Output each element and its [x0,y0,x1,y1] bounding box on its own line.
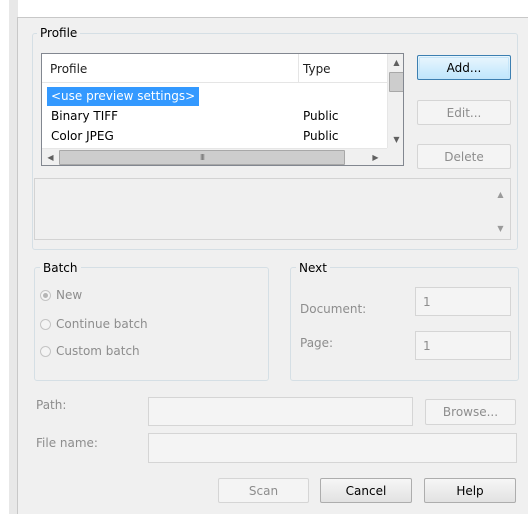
arrow-left-icon[interactable]: ◀ [42,149,59,165]
profile-list-horizontal-scrollbar[interactable]: ◀ III ▶ [42,148,387,165]
vertical-scroll-thumb[interactable] [389,72,403,92]
profile-list[interactable]: Profile Type <use preview settings> Bina… [41,53,404,166]
radio-custom-batch[interactable]: Custom batch [40,342,140,360]
path-label: Path: [36,398,67,412]
horizontal-scroll-thumb[interactable]: III [59,150,345,165]
description-scrollbar[interactable]: ▲ ▼ [492,179,510,239]
help-button[interactable]: Help [424,478,516,503]
radio-continue-batch[interactable]: Continue batch [40,315,148,333]
profile-row-type: Public [303,129,339,143]
scan-button[interactable]: Scan [218,478,309,503]
radio-button-icon[interactable] [40,318,51,330]
add-profile-button[interactable]: Add... [417,55,511,80]
cancel-button[interactable]: Cancel [320,478,412,503]
file-name-label: File name: [36,436,98,450]
window-border-left [17,18,18,514]
scroll-grip-icon: III [199,153,205,162]
profile-row-binary-tiff[interactable]: Binary TIFF Public [42,107,387,126]
radio-continue-batch-label: Continue batch [56,317,148,331]
path-field[interactable] [148,397,413,426]
radio-button-icon[interactable] [40,289,51,301]
profile-list-header: Profile Type [42,54,387,83]
column-header-profile[interactable]: Profile [50,54,87,82]
arrow-up-icon[interactable]: ▲ [492,186,509,203]
batch-group-title: Batch [40,261,81,275]
arrow-right-icon[interactable]: ▶ [367,149,384,165]
profile-row-name: <use preview settings> [47,87,200,106]
arrow-down-icon[interactable]: ▼ [492,220,509,237]
page-label: Page: [300,336,334,350]
column-header-type[interactable]: Type [303,54,331,82]
scrollbar-corner [387,148,403,165]
next-group-title: Next [296,261,330,275]
next-group [290,267,519,381]
arrow-up-icon[interactable]: ▲ [388,54,403,71]
edit-profile-button[interactable]: Edit... [417,100,511,125]
radio-new[interactable]: New [40,286,82,304]
profile-row-color-jpeg[interactable]: Color JPEG Public [42,127,387,146]
document-label: Document: [300,302,367,316]
radio-new-label: New [56,288,83,302]
browse-button[interactable]: Browse... [425,399,516,425]
window-border-top [17,17,528,18]
profile-list-vertical-scrollbar[interactable]: ▲ ▼ [387,54,403,148]
delete-profile-button[interactable]: Delete [417,144,511,169]
profile-description-box: ▲ ▼ [34,178,511,240]
profile-row-name: Binary TIFF [51,109,119,123]
page-number-field[interactable]: 1 [415,331,511,360]
profile-row-type: Public [303,109,339,123]
profile-row-use-preview[interactable]: <use preview settings> [42,87,387,106]
column-separator[interactable] [298,54,299,82]
radio-custom-batch-label: Custom batch [56,344,140,358]
profile-row-name: Color JPEG [51,129,114,143]
file-name-field[interactable] [148,433,517,463]
arrow-down-icon[interactable]: ▼ [388,131,403,148]
profile-group-title: Profile [37,26,81,40]
document-number-field[interactable]: 1 [415,287,511,316]
radio-button-icon[interactable] [40,345,51,357]
